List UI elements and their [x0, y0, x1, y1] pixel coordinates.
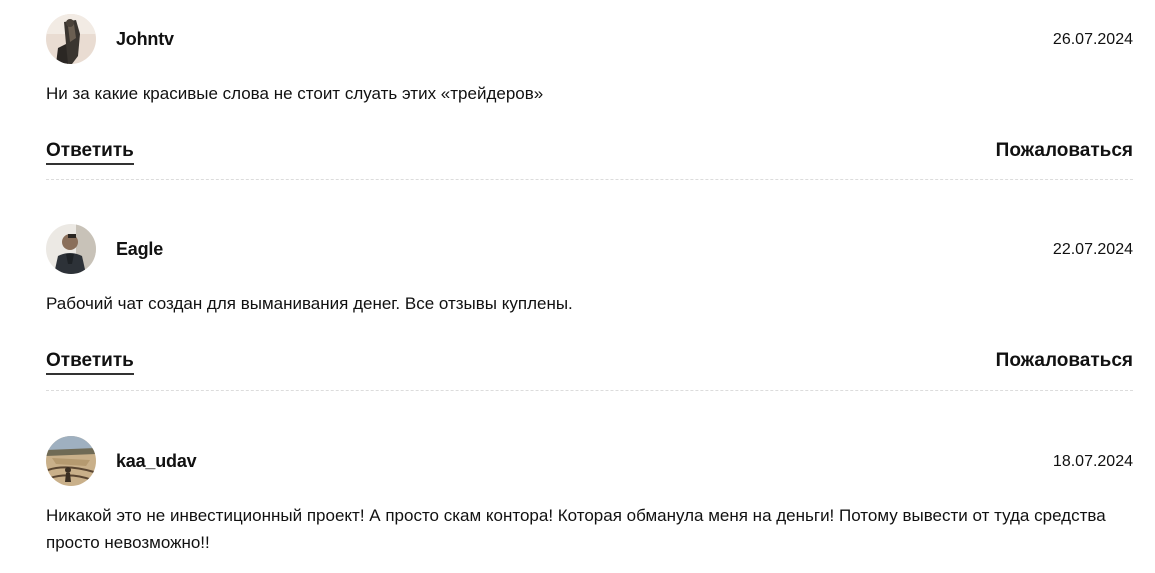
comment-item: Eagle 22.07.2024 Рабочий чат создан для …: [46, 224, 1133, 391]
comment-date: 22.07.2024: [1052, 241, 1133, 258]
comment-text: Никакой это не инвестиционный проект! А …: [46, 506, 1106, 552]
comment-item: kaa_udav 18.07.2024 Никакой это не инвес…: [46, 436, 1133, 556]
user-photo-avatar-icon: [46, 436, 96, 486]
comment-header: Eagle 22.07.2024: [46, 224, 1133, 274]
comment-text: Ни за какие красивые слова не стоит слуа…: [46, 84, 544, 103]
reply-button[interactable]: Ответить: [46, 140, 134, 165]
report-button[interactable]: Пожаловаться: [996, 140, 1133, 162]
user-photo-avatar-icon: [46, 224, 96, 274]
comments-list: Johntv 26.07.2024 Ни за какие красивые с…: [0, 0, 1155, 573]
user-photo-avatar-icon: [46, 14, 96, 64]
comment-date: 26.07.2024: [1052, 31, 1133, 48]
comment-header: kaa_udav 18.07.2024: [46, 436, 1133, 486]
divider: [46, 390, 1133, 391]
comment-item: Johntv 26.07.2024 Ни за какие красивые с…: [46, 14, 1133, 180]
comment-author: kaa_udav: [116, 451, 197, 471]
reply-button[interactable]: Ответить: [46, 350, 134, 375]
comment-text: Рабочий чат создан для выманивания денег…: [46, 294, 573, 313]
divider: [46, 179, 1133, 180]
comment-header: Johntv 26.07.2024: [46, 14, 1133, 64]
comment-actions: Ответить Пожаловаться: [46, 140, 1133, 168]
comment-date: 18.07.2024: [1052, 453, 1133, 470]
comment-author: Johntv: [116, 29, 174, 49]
report-button[interactable]: Пожаловаться: [996, 350, 1133, 372]
comment-actions: Ответить Пожаловаться: [46, 350, 1133, 378]
avatar[interactable]: [46, 224, 96, 274]
avatar[interactable]: [46, 436, 96, 486]
avatar[interactable]: [46, 14, 96, 64]
comment-author: Eagle: [116, 239, 164, 259]
